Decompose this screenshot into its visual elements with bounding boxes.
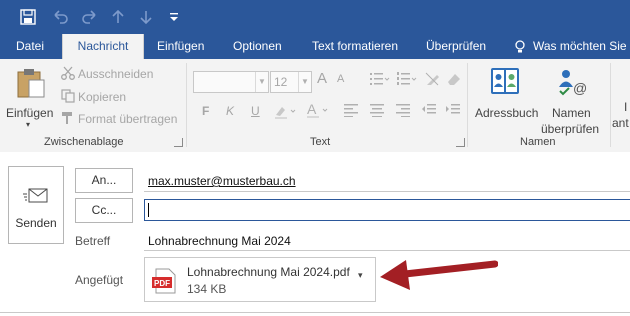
names-group-label: Namen [520, 136, 556, 148]
annotation-arrow-icon [372, 252, 499, 299]
check-names-label-1: Namen [552, 106, 591, 120]
address-book-icon [490, 67, 520, 98]
group-separator [467, 63, 468, 147]
ribbon-tabs: Datei Nachricht Einfügen Optionen Text f… [0, 34, 630, 59]
tab-einfuegen[interactable]: Einfügen [157, 34, 204, 59]
chevron-down-icon: ▼ [255, 72, 268, 92]
subject-label: Betreff [75, 234, 111, 248]
save-icon[interactable] [18, 7, 38, 27]
tab-optionen[interactable]: Optionen [233, 34, 282, 59]
body-divider [0, 312, 630, 313]
clipboard-group-label: Zwischenablage [44, 136, 124, 148]
clear-formatting-icon[interactable] [424, 71, 440, 90]
copy-icon [61, 89, 75, 106]
font-size-value: 12 [274, 75, 288, 89]
svg-text:@: @ [573, 80, 587, 96]
clipboard-icon [16, 67, 46, 102]
align-center-icon[interactable] [369, 103, 385, 120]
arrow-down-icon[interactable] [136, 7, 156, 27]
attached-label: Angefügt [75, 273, 124, 287]
scissors-icon [61, 66, 75, 83]
send-button[interactable]: Senden [8, 166, 64, 244]
cut-off-button-label-2[interactable]: ant [612, 116, 629, 130]
shrink-font-button[interactable]: A [337, 73, 344, 85]
text-launcher[interactable] [456, 138, 465, 147]
title-bar [0, 0, 630, 34]
tab-ueberpruefen[interactable]: Überprüfen [426, 34, 486, 59]
check-names-label-2: überprüfen [541, 122, 600, 136]
clipboard-launcher[interactable] [174, 138, 183, 147]
address-book-button[interactable]: Adressbuch [471, 65, 539, 131]
svg-text:A: A [307, 101, 317, 117]
format-painter-icon [61, 111, 75, 128]
to-field-underline [144, 191, 630, 192]
bullets-icon[interactable] [370, 71, 390, 90]
increase-indent-icon[interactable] [445, 103, 461, 120]
copy-button[interactable]: Kopieren [78, 90, 126, 104]
eraser-icon[interactable] [446, 71, 462, 90]
attachment-size: 134 KB [187, 282, 227, 296]
check-names-icon: @ [557, 67, 589, 100]
send-label: Senden [15, 216, 57, 230]
cut-off-button-label-1[interactable]: I [624, 100, 627, 114]
bold-button[interactable]: F [202, 104, 209, 118]
arrow-up-icon[interactable] [108, 7, 128, 27]
compose-header: Senden An... max.muster@musterbau.ch Cc.… [0, 152, 630, 316]
font-family-select[interactable]: ▼ [193, 71, 269, 93]
chevron-down-icon: ▼ [298, 72, 311, 92]
chevron-down-icon[interactable]: ▾ [358, 270, 363, 281]
decrease-indent-icon[interactable] [421, 103, 437, 120]
align-left-icon[interactable] [343, 103, 359, 120]
group-separator [186, 63, 187, 147]
cut-button[interactable]: Ausschneiden [78, 67, 153, 81]
italic-button[interactable]: K [226, 104, 234, 118]
format-painter-button[interactable]: Format übertragen [78, 112, 177, 126]
lightbulb-icon [514, 34, 526, 59]
pdf-badge: PDF [154, 279, 170, 288]
numbering-icon[interactable] [397, 71, 417, 90]
tab-datei[interactable]: Datei [16, 34, 44, 59]
paste-button[interactable]: Einfügen ▾ [4, 65, 56, 131]
group-separator [610, 63, 611, 147]
send-icon [23, 187, 49, 208]
to-button[interactable]: An... [75, 168, 133, 193]
customize-icon[interactable] [164, 7, 184, 27]
underline-button[interactable]: U [251, 104, 260, 118]
font-size-select[interactable]: 12 ▼ [270, 71, 312, 93]
tab-nachricht[interactable]: Nachricht [62, 34, 144, 59]
ribbon: Einfügen ▾ Ausschneiden Kopieren Format … [0, 59, 630, 153]
paste-label: Einfügen [6, 106, 54, 120]
tab-text-formatieren[interactable]: Text formatieren [312, 34, 398, 59]
subject-field[interactable]: Lohnabrechnung Mai 2024 [148, 234, 291, 248]
redo-icon[interactable] [80, 7, 100, 27]
align-right-icon[interactable] [395, 103, 411, 120]
undo-icon[interactable] [50, 7, 70, 27]
text-group-label: Text [310, 136, 331, 148]
chevron-down-icon: ▾ [26, 120, 31, 129]
grow-font-button[interactable]: A [317, 70, 327, 87]
attachment-chip[interactable]: PDF Lohnabrechnung Mai 2024.pdf 134 KB ▾ [144, 257, 376, 302]
check-names-button[interactable]: @ Namen überprüfen [541, 65, 603, 136]
cc-field[interactable] [144, 199, 630, 221]
tell-me-search[interactable]: Was möchten Sie t [533, 34, 630, 59]
text-cursor [148, 203, 149, 217]
attachment-name: Lohnabrechnung Mai 2024.pdf [187, 265, 350, 279]
cc-button[interactable]: Cc... [75, 198, 133, 223]
address-book-label: Adressbuch [475, 106, 539, 120]
highlight-icon[interactable] [274, 103, 300, 122]
subject-field-underline [144, 250, 630, 251]
font-color-icon[interactable]: A [306, 101, 332, 122]
to-recipient[interactable]: max.muster@musterbau.ch [148, 174, 296, 188]
